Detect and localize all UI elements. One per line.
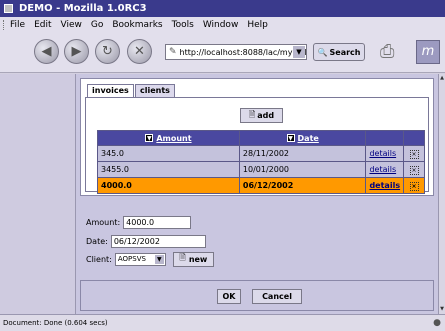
- sort-icon[interactable]: ▼: [286, 134, 295, 142]
- forward-button[interactable]: ▶: [64, 39, 89, 64]
- new-page-icon: 🗎: [179, 253, 186, 262]
- reload-button[interactable]: ↻: [95, 39, 120, 64]
- url-text: http://localhost:8088/lac/myGUI: [179, 47, 307, 57]
- search-label: Search: [329, 47, 361, 57]
- chevron-down-icon[interactable]: ▼: [154, 254, 164, 264]
- scroll-up-icon[interactable]: ▲: [439, 75, 445, 82]
- delete-icon[interactable]: ×: [409, 165, 419, 175]
- header-date[interactable]: ▼ Date: [238, 130, 367, 146]
- action-bar: OK Cancel: [80, 280, 434, 311]
- menu-edit[interactable]: Edit: [34, 20, 51, 30]
- throbber-icon[interactable]: m: [416, 40, 440, 64]
- menu-tools[interactable]: Tools: [172, 20, 194, 30]
- details-link[interactable]: details: [369, 149, 396, 158]
- add-label: add: [257, 111, 275, 120]
- url-dropdown-icon[interactable]: ▼: [293, 46, 305, 58]
- print-icon[interactable]: ⎙: [380, 41, 406, 63]
- header-amount-link[interactable]: Amount: [156, 134, 191, 143]
- navigation-toolbar: ◀ ▶ ↻ ✕ ✎ http://localhost:8088/lac/myGU…: [0, 33, 445, 73]
- details-link[interactable]: details: [369, 165, 396, 174]
- new-page-icon: 🗎: [248, 109, 256, 119]
- window-menu-icon[interactable]: [4, 4, 13, 13]
- cell-amount: 3455.0: [97, 161, 240, 178]
- invoices-panel: invoices clients 🗎 add ▼ Amount ▼ Date 345…: [80, 78, 434, 196]
- scroll-down-icon[interactable]: ▼: [439, 306, 445, 313]
- search-icon: 🔍: [317, 47, 328, 57]
- back-button[interactable]: ◀: [34, 39, 59, 64]
- cell-date: 10/01/2000: [238, 161, 367, 178]
- window-title: DEMO - Mozilla 1.0RC3: [19, 3, 147, 14]
- header-empty: [365, 130, 405, 146]
- url-bar[interactable]: ✎ http://localhost:8088/lac/myGUI ▼: [165, 44, 307, 60]
- amount-label: Amount:: [86, 217, 121, 227]
- menu-help[interactable]: Help: [247, 20, 268, 30]
- page-icon: ✎: [169, 47, 177, 57]
- menu-window[interactable]: Window: [203, 20, 239, 30]
- menu-file[interactable]: File: [10, 20, 25, 30]
- tab-clients[interactable]: clients: [135, 84, 175, 98]
- new-client-button[interactable]: 🗎 new: [172, 251, 214, 267]
- status-text: Document: Done (0.604 secs): [3, 319, 108, 327]
- stop-icon: ✕: [134, 44, 145, 59]
- status-bar: Document: Done (0.604 secs) ●: [0, 314, 445, 331]
- table-row[interactable]: 345.0 28/11/2002 details ×: [97, 145, 425, 162]
- page-content: invoices clients 🗎 add ▼ Amount ▼ Date 345…: [76, 74, 438, 314]
- grip-icon[interactable]: [3, 20, 6, 30]
- client-label: Client:: [86, 254, 112, 264]
- menu-view[interactable]: View: [61, 20, 82, 30]
- delete-icon[interactable]: ×: [409, 149, 419, 159]
- menu-go[interactable]: Go: [91, 20, 103, 30]
- menu-bookmarks[interactable]: Bookmarks: [112, 20, 162, 30]
- search-button[interactable]: 🔍 Search: [313, 43, 365, 61]
- cell-amount: 345.0: [97, 145, 240, 162]
- date-row: Date:: [86, 234, 206, 248]
- details-link[interactable]: details: [369, 181, 400, 190]
- cell-date: 28/11/2002: [238, 145, 367, 162]
- client-row: Client: AOPSVS ▼ 🗎 new: [86, 251, 214, 267]
- header-empty: [403, 130, 425, 146]
- cell-amount: 4000.0: [97, 177, 240, 194]
- back-arrow-icon: ◀: [41, 44, 52, 59]
- tab-invoices[interactable]: invoices: [87, 84, 134, 98]
- client-select[interactable]: AOPSVS ▼: [114, 252, 166, 266]
- delete-icon[interactable]: ×: [409, 181, 419, 191]
- window-titlebar: DEMO - Mozilla 1.0RC3: [0, 0, 445, 17]
- table-row[interactable]: 3455.0 10/01/2000 details ×: [97, 161, 425, 178]
- table-header: ▼ Amount ▼ Date: [97, 130, 425, 146]
- add-button[interactable]: 🗎 add: [240, 108, 283, 123]
- menu-bar: File Edit View Go Bookmarks Tools Window…: [0, 17, 445, 33]
- client-value: AOPSVS: [117, 255, 146, 263]
- security-lock-icon[interactable]: ●: [433, 318, 441, 328]
- stop-button[interactable]: ✕: [127, 39, 152, 64]
- table-row-selected[interactable]: 4000.0 06/12/2002 details ×: [97, 177, 425, 194]
- forward-arrow-icon: ▶: [71, 44, 82, 59]
- header-date-link[interactable]: Date: [298, 134, 319, 143]
- cell-date: 06/12/2002: [238, 177, 367, 194]
- vertical-scrollbar[interactable]: ▲ ▼: [438, 74, 445, 314]
- invoices-table: ▼ Amount ▼ Date 345.0 28/11/2002 details ×…: [97, 130, 425, 194]
- date-label: Date:: [86, 236, 108, 246]
- amount-input[interactable]: [123, 215, 192, 229]
- new-label: new: [188, 254, 208, 264]
- date-input[interactable]: [110, 234, 206, 248]
- sidebar-area: [0, 74, 76, 314]
- header-amount[interactable]: ▼ Amount: [97, 130, 240, 146]
- cancel-button[interactable]: Cancel: [252, 289, 302, 304]
- amount-row: Amount:: [86, 215, 192, 229]
- ok-button[interactable]: OK: [217, 289, 241, 304]
- sort-icon[interactable]: ▼: [145, 134, 154, 142]
- reload-icon: ↻: [102, 44, 113, 59]
